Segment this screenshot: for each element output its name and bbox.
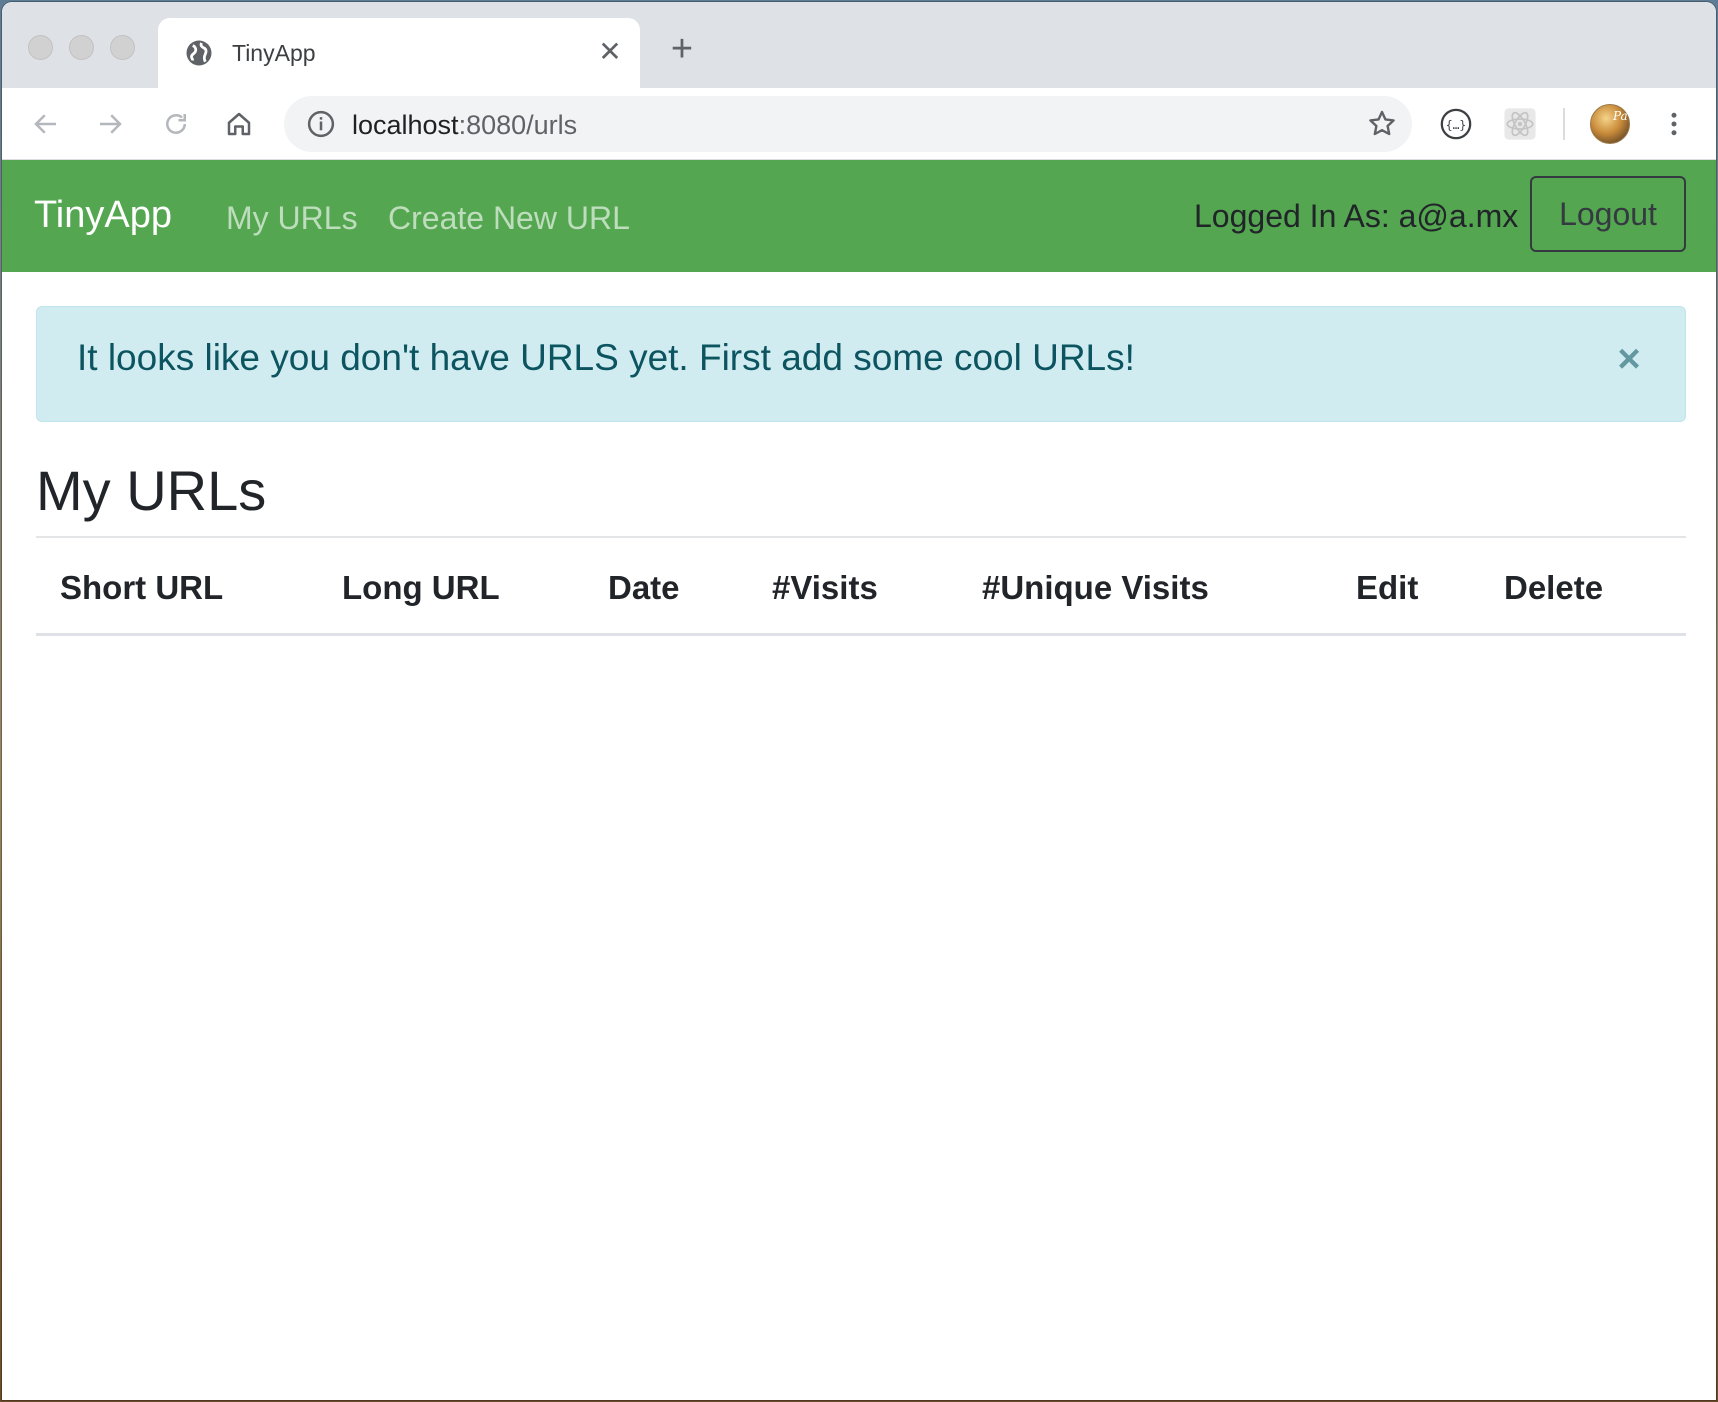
alert-message: It looks like you don't have URLS yet. F… bbox=[77, 337, 1135, 378]
column-header-edit: Edit bbox=[1356, 569, 1419, 606]
back-icon[interactable] bbox=[28, 106, 64, 142]
more-menu-icon[interactable] bbox=[1656, 106, 1692, 142]
url-text: localhost:8080/urls bbox=[352, 110, 577, 141]
page-title: My URLs bbox=[36, 459, 267, 522]
urls-table-header: Short URL Long URL Date #Visits #Unique … bbox=[36, 540, 1686, 636]
browser-toolbar: localhost:8080/urls {…} Pa bbox=[2, 88, 1716, 160]
close-window-button[interactable] bbox=[28, 35, 53, 60]
logged-in-status: Logged In As: a@a.mx bbox=[1194, 198, 1519, 234]
home-icon[interactable] bbox=[221, 106, 257, 142]
column-header-short-url: Short URL bbox=[60, 569, 224, 606]
globe-icon bbox=[186, 40, 212, 66]
nav-link-my-urls[interactable]: My URLs bbox=[226, 200, 358, 237]
column-header-unique-visits: #Unique Visits bbox=[982, 569, 1209, 606]
minimize-window-button[interactable] bbox=[69, 35, 94, 60]
window-controls bbox=[28, 35, 135, 60]
column-header-long-url: Long URL bbox=[342, 569, 500, 606]
column-header-delete: Delete bbox=[1504, 569, 1604, 606]
tab-title: TinyApp bbox=[232, 40, 316, 66]
info-icon[interactable] bbox=[306, 109, 336, 139]
url-path: :8080/urls bbox=[458, 110, 578, 140]
new-tab-button[interactable]: + bbox=[664, 30, 700, 68]
url-host: localhost bbox=[352, 110, 459, 140]
reload-icon[interactable] bbox=[158, 106, 194, 142]
browser-window: TinyApp ✕ + localhost:8080/urls {…} Pa T… bbox=[2, 2, 1716, 1400]
json-viewer-icon[interactable]: {…} bbox=[1438, 106, 1474, 142]
address-bar[interactable]: localhost:8080/urls bbox=[284, 96, 1412, 152]
nav-link-create-new-url[interactable]: Create New URL bbox=[388, 200, 630, 237]
react-devtools-icon[interactable] bbox=[1502, 106, 1538, 142]
tab-tinyapp[interactable]: TinyApp ✕ bbox=[158, 18, 640, 88]
star-icon[interactable] bbox=[1366, 108, 1398, 140]
logout-button[interactable]: Logout bbox=[1530, 176, 1686, 252]
close-icon[interactable]: ✕ bbox=[596, 38, 624, 66]
tab-strip: TinyApp ✕ + bbox=[2, 2, 1716, 88]
alert-close-icon[interactable]: × bbox=[1613, 339, 1645, 379]
navbar-brand[interactable]: TinyApp bbox=[34, 194, 172, 237]
avatar[interactable]: Pa bbox=[1590, 104, 1630, 144]
forward-icon[interactable] bbox=[92, 106, 128, 142]
toolbar-separator bbox=[1563, 108, 1565, 140]
app-navbar: TinyApp My URLs Create New URL Logged In… bbox=[2, 160, 1716, 272]
title-divider bbox=[36, 536, 1686, 538]
column-header-date: Date bbox=[608, 569, 680, 606]
svg-text:{…}: {…} bbox=[1446, 118, 1466, 132]
info-alert: It looks like you don't have URLS yet. F… bbox=[36, 306, 1686, 422]
zoom-window-button[interactable] bbox=[110, 35, 135, 60]
column-header-visits: #Visits bbox=[772, 569, 878, 606]
avatar-text: Pa bbox=[1613, 109, 1628, 123]
